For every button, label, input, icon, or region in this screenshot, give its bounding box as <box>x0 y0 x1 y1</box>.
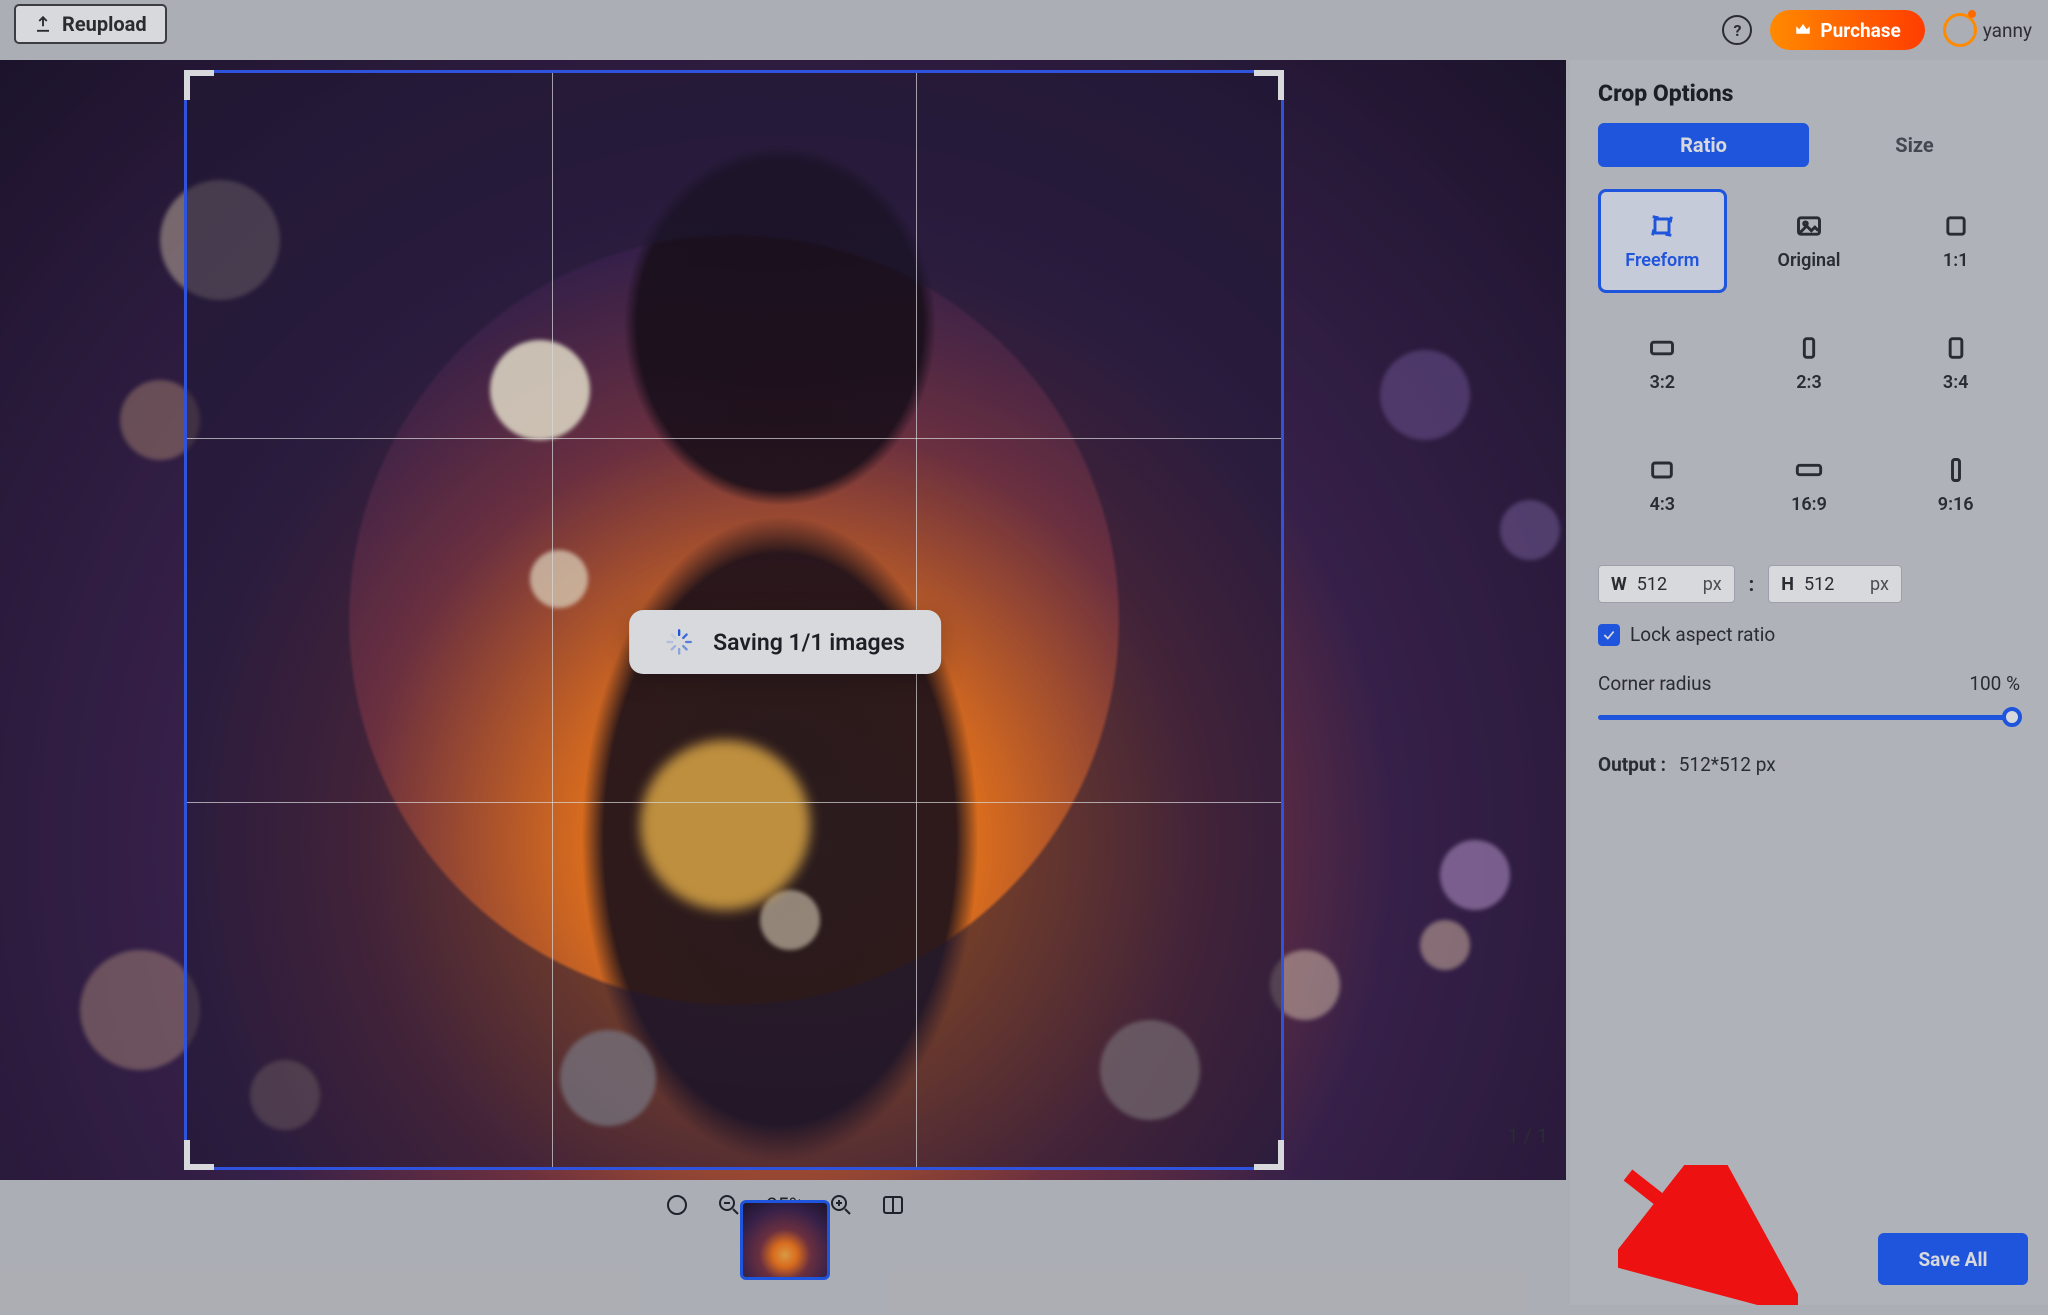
crop-handle-br[interactable] <box>1254 1140 1284 1170</box>
username: yanny <box>1983 19 2032 42</box>
ratio-9_16-label: 9:16 <box>1938 494 1974 515</box>
width-field[interactable]: W px <box>1598 565 1735 603</box>
crop-handle-bl[interactable] <box>184 1140 214 1170</box>
crown-icon <box>1794 21 1812 39</box>
page-counter: 1 / 1 <box>1507 1124 1548 1148</box>
crop-options-panel: Crop Options Ratio Size Freeform Original… <box>1570 60 2048 1305</box>
tab-size[interactable]: Size <box>1809 123 2020 167</box>
ratio-4_3-icon <box>1644 456 1680 484</box>
ratio-3_2-label: 3:2 <box>1650 372 1675 393</box>
reupload-button[interactable]: Reupload <box>14 4 167 44</box>
output-label: Output : <box>1598 753 1666 776</box>
lock-aspect-label: Lock aspect ratio <box>1630 623 1775 646</box>
width-label: W <box>1611 574 1627 595</box>
account-chip[interactable]: yanny <box>1943 13 2032 47</box>
ratio-freeform[interactable]: Freeform <box>1598 189 1727 293</box>
spinner-icon <box>665 628 693 656</box>
ratio-1_1-icon <box>1938 212 1974 240</box>
thumbnail-1[interactable] <box>740 1200 830 1280</box>
ratio-1_1[interactable]: 1:1 <box>1891 189 2020 293</box>
corner-radius-value: 100 % <box>1969 672 2020 695</box>
ratio-original[interactable]: Original <box>1745 189 1874 293</box>
panel-title: Crop Options <box>1598 80 2020 107</box>
ratio-3_4-icon <box>1938 334 1974 362</box>
question-icon: ? <box>1733 21 1741 40</box>
avatar-icon <box>1943 13 1977 47</box>
reupload-label: Reupload <box>62 12 147 36</box>
ratio-freeform-icon <box>1644 212 1680 240</box>
ratio-3_4[interactable]: 3:4 <box>1891 311 2020 415</box>
ratio-4_3-label: 4:3 <box>1650 494 1675 515</box>
ratio-1_1-label: 1:1 <box>1943 250 1968 271</box>
height-label: H <box>1781 574 1794 595</box>
purchase-label: Purchase <box>1820 19 1900 42</box>
ratio-3_2[interactable]: 3:2 <box>1598 311 1727 415</box>
ratio-9_16-icon <box>1938 456 1974 484</box>
save-all-button[interactable]: Save All <box>1878 1233 2028 1285</box>
ratio-original-icon <box>1791 212 1827 240</box>
tab-ratio[interactable]: Ratio <box>1598 123 1809 167</box>
width-input[interactable] <box>1637 574 1693 595</box>
saving-text: Saving 1/1 images <box>713 629 905 656</box>
saving-toast: Saving 1/1 images <box>629 610 941 674</box>
corner-radius-label: Corner radius <box>1598 672 1711 695</box>
crop-handle-tr[interactable] <box>1254 70 1284 100</box>
check-icon <box>1602 628 1616 642</box>
ratio-16_9-label: 16:9 <box>1791 494 1827 515</box>
purchase-button[interactable]: Purchase <box>1770 10 1924 50</box>
ratio-4_3[interactable]: 4:3 <box>1598 433 1727 537</box>
crop-handle-tl[interactable] <box>184 70 214 100</box>
ratio-2_3-icon <box>1791 334 1827 362</box>
slider-thumb[interactable] <box>2002 707 2022 727</box>
upload-icon <box>34 15 52 33</box>
ratio-9_16[interactable]: 9:16 <box>1891 433 2020 537</box>
width-unit: px <box>1703 574 1722 595</box>
ratio-16_9[interactable]: 16:9 <box>1745 433 1874 537</box>
height-field[interactable]: H px <box>1768 565 1902 603</box>
ratio-2_3[interactable]: 2:3 <box>1745 311 1874 415</box>
dim-separator: : <box>1749 572 1755 596</box>
ratio-original-label: Original <box>1778 250 1841 271</box>
corner-radius-slider[interactable] <box>1598 705 2020 729</box>
lock-aspect-checkbox[interactable] <box>1598 624 1620 646</box>
height-input[interactable] <box>1804 574 1860 595</box>
output-value: 512*512 px <box>1679 753 1776 776</box>
ratio-16_9-icon <box>1791 456 1827 484</box>
ratio-3_2-icon <box>1644 334 1680 362</box>
ratio-2_3-label: 2:3 <box>1796 372 1821 393</box>
height-unit: px <box>1870 574 1889 595</box>
ratio-3_4-label: 3:4 <box>1943 372 1968 393</box>
help-button[interactable]: ? <box>1722 15 1752 45</box>
ratio-freeform-label: Freeform <box>1625 250 1699 271</box>
